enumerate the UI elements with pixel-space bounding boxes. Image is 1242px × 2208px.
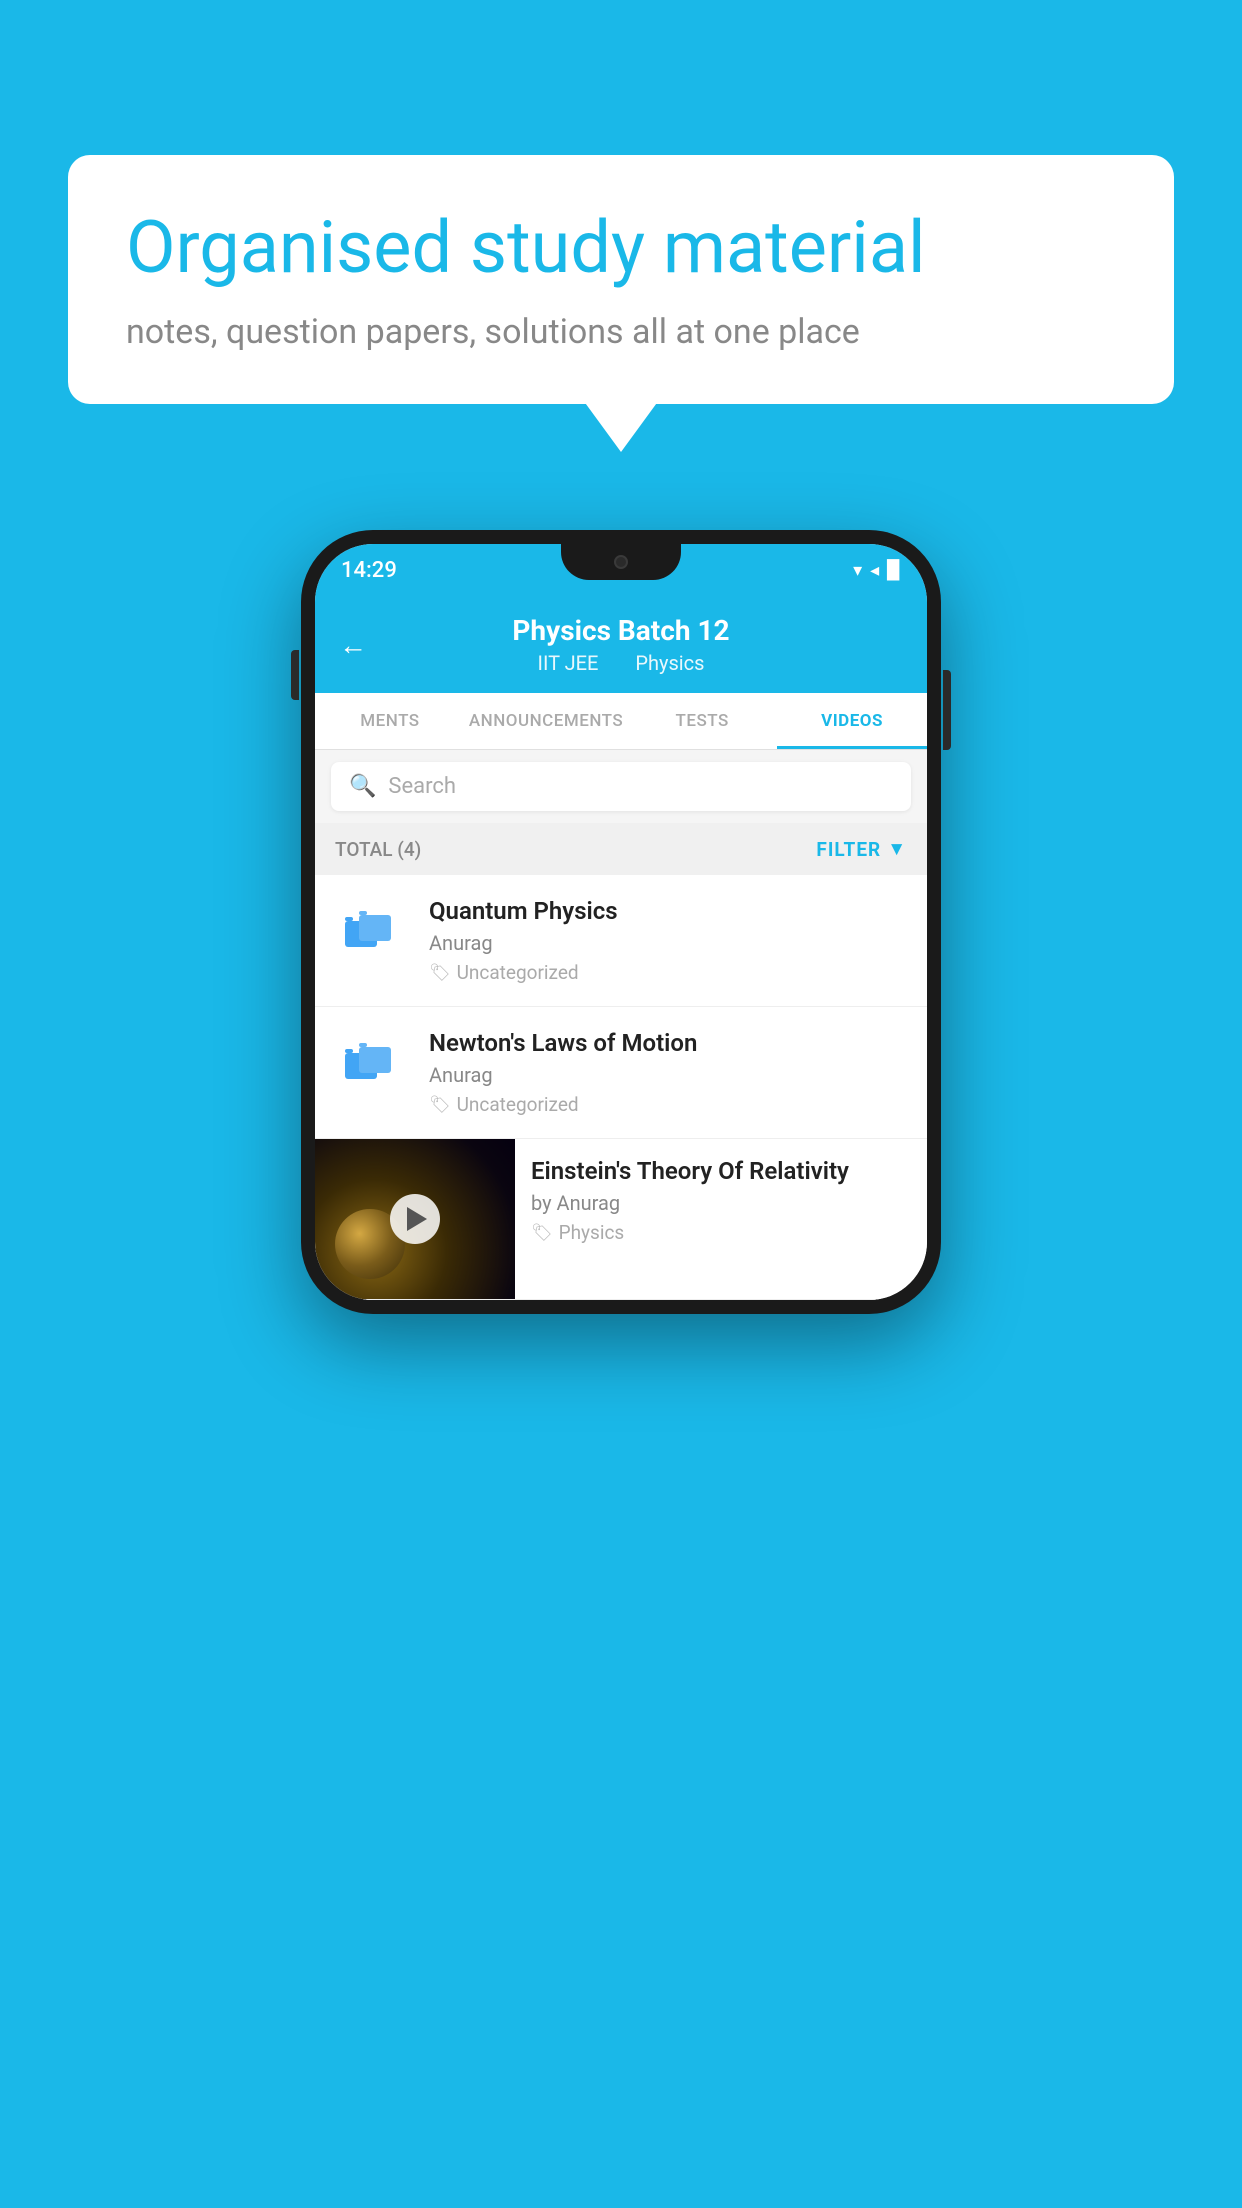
speech-bubble-section: Organised study material notes, question…	[68, 155, 1174, 404]
tag-label: Uncategorized	[457, 961, 579, 984]
header-subtitle-part2: Physics	[635, 651, 704, 675]
item-tag: 🏷 Uncategorized	[429, 1093, 907, 1116]
app-header: ← Physics Batch 12 IIT JEE Physics	[315, 596, 927, 693]
play-icon	[407, 1207, 427, 1231]
filter-bar: TOTAL (4) FILTER ▼	[315, 823, 927, 875]
signal-icon: ◂	[870, 560, 879, 581]
tag-icon: 🏷	[531, 1223, 553, 1243]
back-button[interactable]: ←	[339, 628, 367, 661]
battery-icon: ▉	[887, 560, 901, 581]
item-thumbnail	[335, 897, 411, 973]
list-item[interactable]: Newton's Laws of Motion Anurag 🏷 Uncateg…	[315, 1007, 927, 1139]
video-list: Quantum Physics Anurag 🏷 Uncategorized	[315, 875, 927, 1300]
item-title: Quantum Physics	[429, 897, 907, 925]
phone-notch	[561, 544, 681, 580]
search-container: 🔍 Search	[315, 750, 927, 823]
item-info: Quantum Physics Anurag 🏷 Uncategorized	[429, 897, 907, 984]
search-bar[interactable]: 🔍 Search	[331, 762, 911, 811]
filter-button[interactable]: FILTER ▼	[816, 837, 907, 861]
total-count: TOTAL (4)	[335, 838, 421, 861]
play-button[interactable]	[390, 1194, 440, 1244]
item-author: Anurag	[429, 1063, 907, 1087]
item-author: Anurag	[429, 931, 907, 955]
phone-side-button-left	[291, 650, 299, 700]
tag-icon: 🏷	[429, 963, 451, 983]
phone-side-button-right	[943, 670, 951, 750]
folder-icon	[345, 907, 401, 963]
filter-icon: ▼	[887, 837, 907, 861]
status-time: 14:29	[341, 558, 397, 583]
item-info: Newton's Laws of Motion Anurag 🏷 Uncateg…	[429, 1029, 907, 1116]
search-placeholder: Search	[388, 774, 456, 799]
header-title: Physics Batch 12	[512, 614, 729, 647]
tag-label: Physics	[559, 1221, 625, 1244]
tag-label: Uncategorized	[457, 1093, 579, 1116]
list-item[interactable]: Quantum Physics Anurag 🏷 Uncategorized	[315, 875, 927, 1007]
item-tag: 🏷 Uncategorized	[429, 961, 907, 984]
item-info: Einstein's Theory Of Relativity by Anura…	[515, 1139, 927, 1262]
phone-screen: 14:29 ▾ ◂ ▉ ← Physics Batch 12 IIT JEE P…	[315, 544, 927, 1300]
item-tag: 🏷 Physics	[531, 1221, 911, 1244]
tag-icon: 🏷	[429, 1095, 451, 1115]
item-title: Newton's Laws of Motion	[429, 1029, 907, 1057]
header-subtitle-part1: IIT JEE	[538, 651, 599, 675]
tab-tests[interactable]: TESTS	[627, 693, 777, 749]
folder-icon	[345, 1039, 401, 1095]
list-item[interactable]: Einstein's Theory Of Relativity by Anura…	[315, 1139, 927, 1300]
tab-videos[interactable]: VIDEOS	[777, 693, 927, 749]
header-subtitle: IIT JEE Physics	[530, 651, 713, 675]
tab-ments[interactable]: MENTS	[315, 693, 465, 749]
bubble-title: Organised study material	[126, 207, 1116, 290]
speech-bubble: Organised study material notes, question…	[68, 155, 1174, 404]
item-title: Einstein's Theory Of Relativity	[531, 1157, 911, 1185]
camera-dot	[614, 555, 628, 569]
video-thumbnail	[315, 1139, 515, 1299]
phone-mockup: 14:29 ▾ ◂ ▉ ← Physics Batch 12 IIT JEE P…	[301, 530, 941, 1314]
filter-label: FILTER	[816, 838, 881, 861]
status-icons: ▾ ◂ ▉	[853, 560, 901, 581]
tab-announcements[interactable]: ANNOUNCEMENTS	[465, 693, 627, 749]
item-author: by Anurag	[531, 1191, 911, 1215]
item-thumbnail	[335, 1029, 411, 1105]
wifi-icon: ▾	[853, 560, 862, 581]
tab-bar: MENTS ANNOUNCEMENTS TESTS VIDEOS	[315, 693, 927, 750]
bubble-subtitle: notes, question papers, solutions all at…	[126, 312, 1116, 352]
search-icon: 🔍	[349, 774, 376, 799]
phone-outer: 14:29 ▾ ◂ ▉ ← Physics Batch 12 IIT JEE P…	[301, 530, 941, 1314]
